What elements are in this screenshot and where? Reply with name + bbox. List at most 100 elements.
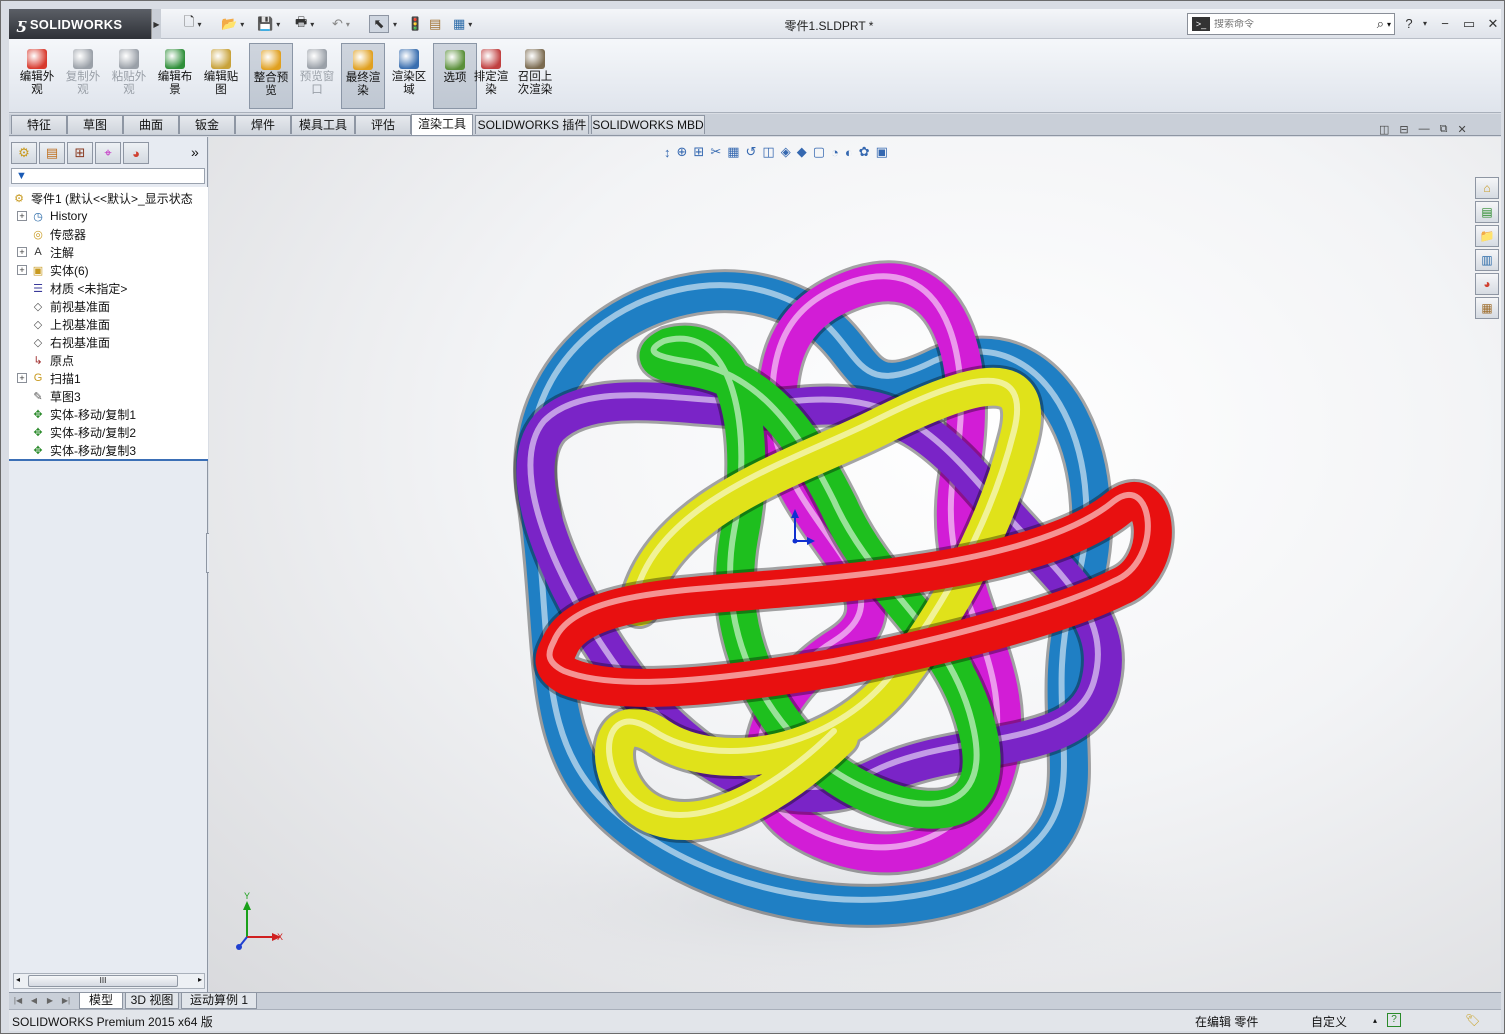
tree-item[interactable]: + ◷ History (17, 207, 87, 225)
status-units[interactable]: 自定义 (1311, 1013, 1347, 1030)
featuremanager-icon[interactable]: ⚙ (11, 142, 37, 164)
custom-properties-icon[interactable]: ▦ (1475, 297, 1499, 319)
tree-item[interactable]: + ▣ 实体(6) (17, 261, 89, 279)
scroll-thumb[interactable]: III (28, 975, 178, 987)
tree-item[interactable]: ✎ 草图3 (17, 387, 80, 405)
open-icon[interactable]: 📂 ▾ (221, 15, 244, 33)
tree-item[interactable]: + G 扫描1 (17, 369, 81, 387)
tree-item[interactable]: ✥ 实体-移动/复制2 (17, 423, 136, 441)
tab-6[interactable]: 模具工具 (291, 115, 355, 134)
home-icon[interactable]: ⌂ (1475, 177, 1499, 199)
tree-item[interactable]: ✥ 实体-移动/复制3 (17, 441, 136, 459)
bottom-tab-3[interactable]: 运动算例 1 (181, 993, 257, 1009)
bottom-tab-1[interactable]: 模型 (79, 993, 123, 1009)
hide-show-icon[interactable]: ◈ (781, 144, 791, 160)
ribbon-button-3[interactable]: 粘贴外 观 (107, 43, 151, 109)
propertymanager-icon[interactable]: ▤ (39, 142, 65, 164)
tree-item[interactable]: ◎ 传感器 (17, 225, 86, 243)
print-icon[interactable]: 🖶 ▾ (295, 14, 314, 33)
bottom-tab-2[interactable]: 3D 视图 (125, 993, 179, 1009)
search-input[interactable] (1214, 18, 1354, 30)
display-style-icon[interactable]: ◫ (762, 144, 774, 160)
expand-icon[interactable]: + (17, 211, 27, 221)
tree-item[interactable]: ↳ 原点 (17, 351, 74, 369)
view-settings-icon[interactable]: ◔ (831, 145, 839, 160)
tab-scroll-arrow-icon[interactable]: ◀ (27, 994, 41, 1008)
file-explorer-icon[interactable]: ▥ (1475, 249, 1499, 271)
ribbon-button-2[interactable]: 复制外 观 (61, 43, 105, 109)
design-library-icon[interactable]: 📁 (1475, 225, 1499, 247)
search-dropdown-icon[interactable]: ▾ (1387, 20, 1391, 29)
ribbon-button-5[interactable]: 编辑贴 图 (199, 43, 243, 109)
appearances-icon[interactable]: ◕ (1475, 273, 1499, 295)
ribbon-button-6[interactable]: 整合预 览 (249, 43, 293, 109)
view-orientation-icon[interactable]: ↺ (746, 144, 757, 160)
tab-9[interactable]: SOLIDWORKS 插件 (475, 115, 589, 134)
options-icon[interactable]: ▦ ▾ (453, 15, 472, 33)
save-icon[interactable]: 💾 ▾ (257, 15, 280, 33)
expand-icon[interactable]: + (17, 373, 27, 383)
file-properties-icon[interactable]: ▤ (429, 15, 441, 33)
edit-appearance-icon[interactable]: ◆ (797, 144, 807, 160)
viewport-minimize-icon[interactable]: — (1419, 123, 1430, 136)
ribbon-button-7[interactable]: 预览窗 口 (295, 43, 339, 109)
ribbon-button-11[interactable]: 排定渲 染 (469, 43, 513, 109)
tab-10[interactable]: SOLIDWORKS MBD (591, 115, 705, 134)
units-dropdown-icon[interactable]: ▴ (1373, 1016, 1377, 1025)
tab-1[interactable]: 特征 (11, 115, 67, 134)
scene-icon[interactable]: ✿ (859, 144, 870, 160)
tab-8[interactable]: 渲染工具 (411, 114, 473, 135)
rebuild-icon[interactable]: 🚦 (407, 15, 423, 33)
tab-7[interactable]: 评估 (355, 115, 411, 134)
apply-scene-icon[interactable]: ▢ (813, 144, 825, 160)
viewport-split-icon[interactable]: ⊟ (1399, 123, 1408, 136)
select-icon[interactable]: ⬉ (369, 15, 389, 33)
tree-item[interactable]: ☰ 材质 <未指定> (17, 279, 127, 297)
dynamic-annotation-icon[interactable]: ▦ (727, 144, 739, 160)
viewport-tile-icon[interactable]: ◫ (1379, 123, 1389, 136)
minimize-button[interactable]: − (1435, 15, 1455, 33)
viewport-restore-icon[interactable]: ⧉ (1440, 123, 1448, 136)
undo-icon[interactable]: ↶ ▾ (332, 15, 350, 33)
expand-icon[interactable]: + (17, 247, 27, 257)
solidworks-logo[interactable]: ƽ SOLIDWORKS (9, 9, 151, 39)
section-view-icon[interactable]: ✂ (710, 144, 721, 160)
resources-icon[interactable]: ▤ (1475, 201, 1499, 223)
graphics-area[interactable]: X Y ↕ ⊕ ⊞ ✂ ▦ ↺ ◫ ◈ ◆ ▢ ◔ ◐ ✿ ▣ ⌂ ▤ 📁 ▥ ◕ ▦ (209, 137, 1501, 992)
configurationmanager-icon[interactable]: ⊞ (67, 142, 93, 164)
scroll-right-icon[interactable]: ▸ (198, 975, 202, 984)
help-status-icon[interactable]: ? (1387, 1013, 1401, 1027)
tab-3[interactable]: 曲面 (123, 115, 179, 134)
dimxpert-icon[interactable]: ⌖ (95, 142, 121, 164)
restore-button[interactable]: ▭ (1459, 15, 1479, 33)
search-icon[interactable]: ⌕ (1377, 16, 1384, 32)
panel-horizontal-scrollbar[interactable]: ◂ III ▸ (13, 973, 205, 989)
zoom-to-fit-icon[interactable]: ↕ (664, 145, 671, 160)
menu-expand-arrow-icon[interactable]: ▶ (151, 9, 161, 39)
tree-item[interactable]: ⚙ 零件1 (默认<<默认>_显示状态 (11, 189, 193, 207)
close-button[interactable]: ✕ (1483, 15, 1503, 33)
tag-icon[interactable]: 🏷 (1465, 1013, 1480, 1027)
ribbon-button-8[interactable]: 最终渲 染 (341, 43, 385, 109)
realview-icon[interactable]: ◐ (845, 145, 853, 160)
tab-scroll-arrow-icon[interactable]: ▶| (59, 994, 73, 1008)
tab-scroll-arrow-icon[interactable]: ▶ (43, 994, 57, 1008)
ribbon-button-9[interactable]: 渲染区 域 (387, 43, 431, 109)
ribbon-button-1[interactable]: 编辑外 观 (15, 43, 59, 109)
expand-icon[interactable]: + (17, 265, 27, 275)
displaymanager-icon[interactable]: ◕ (123, 142, 149, 164)
tree-item[interactable]: + A 注解 (17, 243, 74, 261)
ribbon-button-4[interactable]: 编辑布 景 (153, 43, 197, 109)
tree-item[interactable]: ◇ 上视基准面 (17, 315, 110, 333)
viewport-close-icon[interactable]: ✕ (1457, 123, 1466, 136)
tab-scroll-arrow-icon[interactable]: |◀ (11, 994, 25, 1008)
zoom-to-area-icon[interactable]: ⊕ (677, 144, 688, 160)
previous-view-icon[interactable]: ⊞ (693, 144, 704, 160)
tree-filter[interactable]: ▼ (11, 168, 205, 184)
tab-5[interactable]: 焊件 (235, 115, 291, 134)
help-dropdown-icon[interactable]: ▾ (1415, 15, 1435, 33)
tree-item[interactable]: ◇ 右视基准面 (17, 333, 110, 351)
panel-expand-icon[interactable]: » (191, 144, 199, 160)
ribbon-button-12[interactable]: 召回上 次渲染 (513, 43, 557, 109)
scroll-left-icon[interactable]: ◂ (16, 975, 20, 984)
